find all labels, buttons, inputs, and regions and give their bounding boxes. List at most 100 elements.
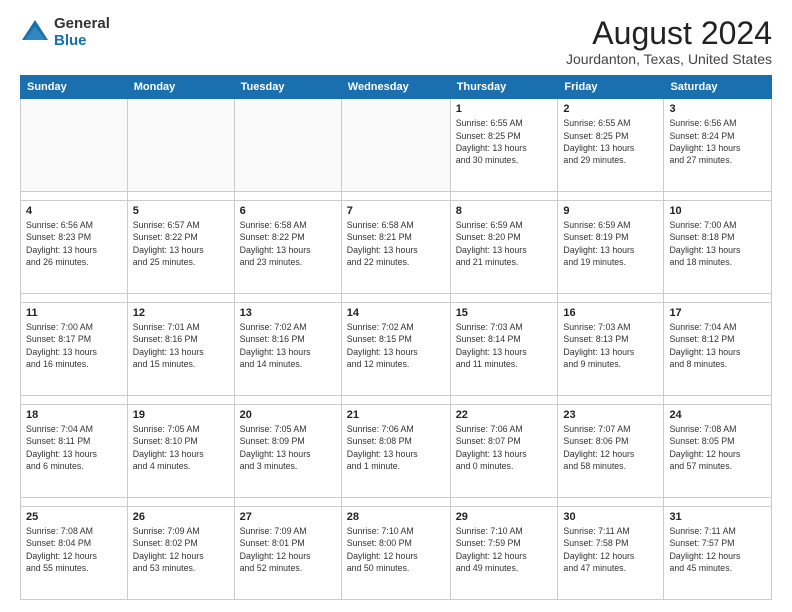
week-divider — [21, 498, 772, 507]
day-number: 4 — [26, 205, 122, 217]
calendar-cell: 6 Sunrise: 6:58 AM Sunset: 8:22 PM Daylig… — [234, 201, 341, 294]
day-info: Sunrise: 7:02 AM Sunset: 8:15 PM Dayligh… — [347, 321, 445, 370]
week-divider — [21, 294, 772, 303]
day-number: 26 — [133, 511, 229, 523]
day-number: 9 — [563, 205, 658, 217]
calendar-cell: 17 Sunrise: 7:04 AM Sunset: 8:12 PM Dayli… — [664, 303, 772, 396]
calendar-cell: 28 Sunrise: 7:10 AM Sunset: 8:00 PM Dayli… — [341, 507, 450, 600]
day-number: 24 — [669, 409, 766, 421]
calendar-week-row: 25 Sunrise: 7:08 AM Sunset: 8:04 PM Dayli… — [21, 507, 772, 600]
calendar-cell: 14 Sunrise: 7:02 AM Sunset: 8:15 PM Dayli… — [341, 303, 450, 396]
calendar-cell: 20Sunrise: 7:05 AM Sunset: 8:09 PM Dayli… — [234, 405, 341, 498]
weekday-header: Wednesday — [341, 76, 450, 99]
calendar-table: SundayMondayTuesdayWednesdayThursdayFrid… — [20, 75, 772, 600]
day-info: Sunrise: 7:02 AM Sunset: 8:16 PM Dayligh… — [240, 321, 336, 370]
day-number: 28 — [347, 511, 445, 523]
calendar-cell: 31 Sunrise: 7:11 AM Sunset: 7:57 PM Dayli… — [664, 507, 772, 600]
day-info: Sunrise: 6:58 AM Sunset: 8:21 PM Dayligh… — [347, 219, 445, 268]
calendar-cell: 18 Sunrise: 7:04 AM Sunset: 8:11 PM Dayli… — [21, 405, 128, 498]
day-number: 31 — [669, 511, 766, 523]
day-info: Sunrise: 7:11 AM Sunset: 7:57 PM Dayligh… — [669, 525, 766, 574]
calendar-cell: 27 Sunrise: 7:09 AM Sunset: 8:01 PM Dayli… — [234, 507, 341, 600]
calendar-cell: 10 Sunrise: 7:00 AM Sunset: 8:18 PM Dayli… — [664, 201, 772, 294]
subtitle: Jourdanton, Texas, United States — [566, 51, 772, 67]
day-number: 1 — [456, 103, 553, 115]
day-info: Sunrise: 7:10 AM Sunset: 7:59 PM Dayligh… — [456, 525, 553, 574]
weekday-header: Sunday — [21, 76, 128, 99]
day-info: Sunrise: 7:05 AM Sunset: 8:10 PM Dayligh… — [133, 423, 229, 472]
logo-blue: Blue — [54, 33, 110, 50]
day-info: Sunrise: 6:56 AM Sunset: 8:23 PM Dayligh… — [26, 219, 122, 268]
weekday-header-row: SundayMondayTuesdayWednesdayThursdayFrid… — [21, 76, 772, 99]
day-number: 14 — [347, 307, 445, 319]
day-info: Sunrise: 7:04 AM Sunset: 8:12 PM Dayligh… — [669, 321, 766, 370]
weekday-header: Thursday — [450, 76, 558, 99]
day-number: 25 — [26, 511, 122, 523]
day-info: Sunrise: 6:58 AM Sunset: 8:22 PM Dayligh… — [240, 219, 336, 268]
day-info: Sunrise: 7:08 AM Sunset: 8:05 PM Dayligh… — [669, 423, 766, 472]
day-number: 2 — [563, 103, 658, 115]
day-number: 17 — [669, 307, 766, 319]
week-divider — [21, 192, 772, 201]
calendar-cell: 25 Sunrise: 7:08 AM Sunset: 8:04 PM Dayli… — [21, 507, 128, 600]
calendar-cell: 13 Sunrise: 7:02 AM Sunset: 8:16 PM Dayli… — [234, 303, 341, 396]
day-number: 30 — [563, 511, 658, 523]
day-info: Sunrise: 7:08 AM Sunset: 8:04 PM Dayligh… — [26, 525, 122, 574]
day-info: Sunrise: 6:55 AM Sunset: 8:25 PM Dayligh… — [563, 117, 658, 166]
logo: General Blue — [20, 16, 110, 49]
calendar-week-row: 11 Sunrise: 7:00 AM Sunset: 8:17 PM Dayli… — [21, 303, 772, 396]
day-number: 6 — [240, 205, 336, 217]
day-number: 27 — [240, 511, 336, 523]
weekday-header: Saturday — [664, 76, 772, 99]
day-number: 21 — [347, 409, 445, 421]
day-number: 19 — [133, 409, 229, 421]
day-info: Sunrise: 7:03 AM Sunset: 8:13 PM Dayligh… — [563, 321, 658, 370]
calendar-cell: 21 Sunrise: 7:06 AM Sunset: 8:08 PM Dayli… — [341, 405, 450, 498]
day-info: Sunrise: 7:11 AM Sunset: 7:58 PM Dayligh… — [563, 525, 658, 574]
weekday-header: Monday — [127, 76, 234, 99]
week-divider — [21, 396, 772, 405]
day-number: 22 — [456, 409, 553, 421]
logo-icon — [20, 18, 50, 48]
day-info: Sunrise: 6:55 AM Sunset: 8:25 PM Dayligh… — [456, 117, 553, 166]
day-number: 10 — [669, 205, 766, 217]
day-info: Sunrise: 6:59 AM Sunset: 8:20 PM Dayligh… — [456, 219, 553, 268]
day-number: 16 — [563, 307, 658, 319]
day-number: 18 — [26, 409, 122, 421]
day-number: 13 — [240, 307, 336, 319]
day-info: Sunrise: 7:09 AM Sunset: 8:02 PM Dayligh… — [133, 525, 229, 574]
day-info: Sunrise: 6:59 AM Sunset: 8:19 PM Dayligh… — [563, 219, 658, 268]
calendar-cell: 15Sunrise: 7:03 AM Sunset: 8:14 PM Dayli… — [450, 303, 558, 396]
day-info: Sunrise: 7:06 AM Sunset: 8:08 PM Dayligh… — [347, 423, 445, 472]
day-info: Sunrise: 7:01 AM Sunset: 8:16 PM Dayligh… — [133, 321, 229, 370]
calendar-cell: 8Sunrise: 6:59 AM Sunset: 8:20 PM Daylig… — [450, 201, 558, 294]
day-info: Sunrise: 7:09 AM Sunset: 8:01 PM Dayligh… — [240, 525, 336, 574]
calendar-cell: 7Sunrise: 6:58 AM Sunset: 8:21 PM Daylig… — [341, 201, 450, 294]
calendar-cell: 11 Sunrise: 7:00 AM Sunset: 8:17 PM Dayli… — [21, 303, 128, 396]
weekday-header: Friday — [558, 76, 664, 99]
day-info: Sunrise: 6:57 AM Sunset: 8:22 PM Dayligh… — [133, 219, 229, 268]
day-number: 11 — [26, 307, 122, 319]
day-info: Sunrise: 7:05 AM Sunset: 8:09 PM Dayligh… — [240, 423, 336, 472]
calendar-week-row: 1 Sunrise: 6:55 AM Sunset: 8:25 PM Daylig… — [21, 99, 772, 192]
calendar-cell: 3Sunrise: 6:56 AM Sunset: 8:24 PM Daylig… — [664, 99, 772, 192]
calendar-cell: 1 Sunrise: 6:55 AM Sunset: 8:25 PM Daylig… — [450, 99, 558, 192]
calendar-cell — [234, 99, 341, 192]
logo-text: General Blue — [54, 16, 110, 49]
day-info: Sunrise: 7:06 AM Sunset: 8:07 PM Dayligh… — [456, 423, 553, 472]
day-info: Sunrise: 7:00 AM Sunset: 8:18 PM Dayligh… — [669, 219, 766, 268]
calendar-cell — [341, 99, 450, 192]
logo-general: General — [54, 16, 110, 33]
day-info: Sunrise: 7:04 AM Sunset: 8:11 PM Dayligh… — [26, 423, 122, 472]
main-title: August 2024 — [566, 16, 772, 51]
header: General Blue August 2024 Jourdanton, Tex… — [20, 16, 772, 67]
calendar-cell: 26 Sunrise: 7:09 AM Sunset: 8:02 PM Dayli… — [127, 507, 234, 600]
calendar-cell — [127, 99, 234, 192]
day-info: Sunrise: 7:00 AM Sunset: 8:17 PM Dayligh… — [26, 321, 122, 370]
day-info: Sunrise: 7:10 AM Sunset: 8:00 PM Dayligh… — [347, 525, 445, 574]
calendar-cell: 22 Sunrise: 7:06 AM Sunset: 8:07 PM Dayli… — [450, 405, 558, 498]
day-number: 3 — [669, 103, 766, 115]
page: General Blue August 2024 Jourdanton, Tex… — [0, 0, 792, 612]
calendar-cell: 12Sunrise: 7:01 AM Sunset: 8:16 PM Dayli… — [127, 303, 234, 396]
calendar-cell: 2 Sunrise: 6:55 AM Sunset: 8:25 PM Daylig… — [558, 99, 664, 192]
